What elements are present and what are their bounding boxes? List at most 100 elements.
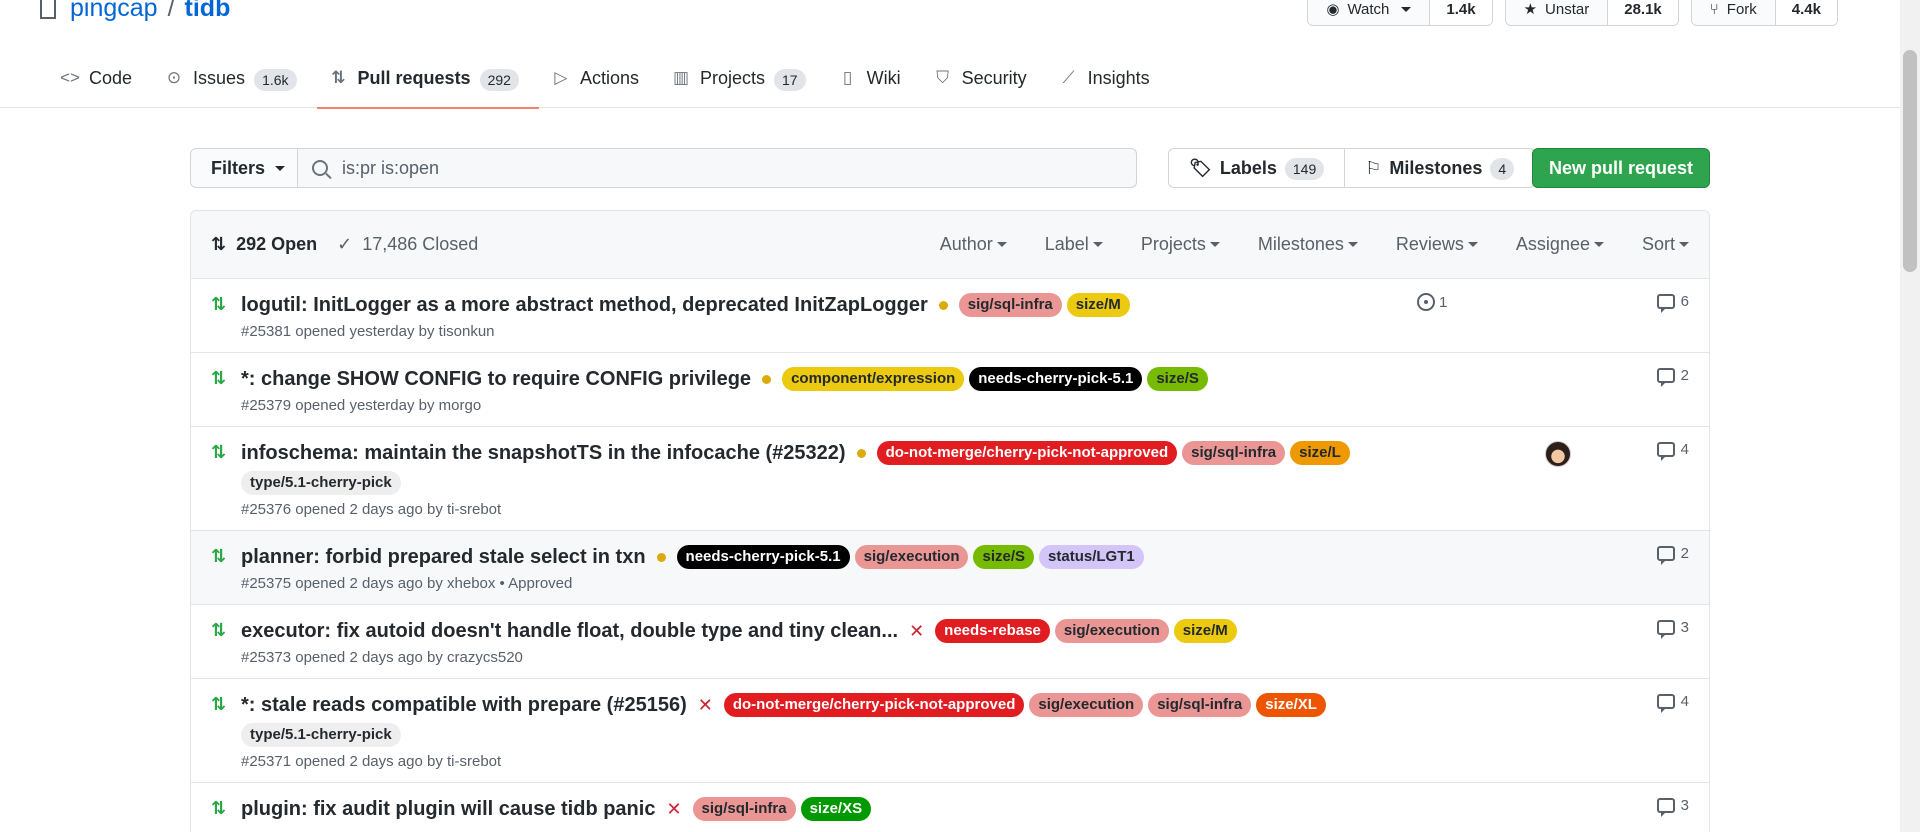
pr-row[interactable]: ⇅ logutil: InitLogger as a more abstract …	[191, 279, 1709, 353]
comments-link[interactable]: 3	[1656, 619, 1689, 639]
linked-issues[interactable]: 1	[1417, 293, 1447, 311]
status-failed-icon[interactable]: ✕	[666, 799, 681, 820]
tab-code[interactable]: <> Code	[48, 60, 152, 108]
tab-pull-requests[interactable]: ⇅ Pull requests 292	[316, 60, 540, 109]
search-value: is:pr is:open	[342, 157, 440, 178]
fork-button-group: ⑂ Fork 4.4k	[1690, 0, 1838, 26]
status-failed-icon[interactable]: ✕	[698, 695, 713, 716]
repo-separator: /	[167, 0, 175, 22]
pr-title-link[interactable]: logutil: InitLogger as a more abstract m…	[241, 294, 928, 317]
label-badge[interactable]: sig/sql-infra	[1182, 441, 1286, 465]
label-badge[interactable]: type/5.1-cherry-pick	[241, 471, 401, 495]
comments-link[interactable]: 2	[1656, 367, 1689, 387]
tab-insights[interactable]: ⟋ Insights	[1047, 60, 1170, 108]
pr-meta: #25381 opened yesterday by tisonkun	[241, 323, 495, 340]
comment-icon	[1656, 546, 1675, 565]
label-badge[interactable]: needs-cherry-pick-5.1	[676, 545, 850, 569]
reviews-select[interactable]: Reviews	[1396, 234, 1478, 255]
milestones-count: 4	[1490, 157, 1515, 180]
label-badge[interactable]: sig/execution	[854, 545, 969, 569]
pr-row[interactable]: ⇅ plugin: fix audit plugin will cause tid…	[191, 783, 1709, 832]
watch-button[interactable]: ◉ Watch	[1308, 0, 1431, 25]
status-pending-icon[interactable]	[938, 300, 948, 310]
projects-select[interactable]: Projects	[1141, 234, 1220, 255]
pr-row[interactable]: ⇅ *: change SHOW CONFIG to require CONFIG…	[191, 353, 1709, 427]
tab-wiki[interactable]: ▯ Wiki	[826, 60, 921, 108]
milestones-button[interactable]: ⚐ Milestones 4	[1344, 149, 1534, 187]
label-badge[interactable]: do-not-merge/cherry-pick-not-approved	[876, 441, 1178, 465]
label-badge[interactable]: size/S	[973, 545, 1035, 569]
pr-title-link[interactable]: *: change SHOW CONFIG to require CONFIG …	[241, 368, 751, 391]
milestones-select[interactable]: Milestones	[1258, 234, 1358, 255]
comments-link[interactable]: 2	[1656, 545, 1689, 565]
unstar-count[interactable]: 28.1k	[1608, 0, 1678, 25]
assignee-select[interactable]: Assignee	[1516, 234, 1604, 255]
pr-row[interactable]: ⇅ *: stale reads compatible with prepare …	[191, 679, 1709, 783]
label-badge[interactable]: sig/sql-infra	[958, 293, 1062, 317]
label-badge[interactable]: status/LGT1	[1039, 545, 1144, 569]
eye-icon: ◉	[1326, 1, 1340, 18]
scrollbar[interactable]	[1900, 0, 1920, 832]
sort-select[interactable]: Sort	[1642, 234, 1689, 255]
unstar-button[interactable]: ★ Unstar	[1505, 0, 1609, 25]
status-failed-icon[interactable]: ✕	[909, 621, 924, 642]
labels-milestones-group: 🏷 Labels 149 ⚐ Milestones 4	[1168, 148, 1536, 188]
tab-actions[interactable]: ▷ Actions	[539, 60, 659, 108]
watch-count[interactable]: 1.4k	[1430, 0, 1492, 25]
comment-icon	[1656, 294, 1675, 313]
label-badge[interactable]: size/S	[1147, 367, 1208, 391]
closed-filter[interactable]: ✓ 17,486 Closed	[337, 234, 478, 255]
label-badge[interactable]: do-not-merge/cherry-pick-not-approved	[723, 693, 1025, 717]
tab-issues[interactable]: ⊙ Issues 1.6k	[152, 60, 317, 108]
comments-link[interactable]: 3	[1656, 797, 1689, 817]
label-badge[interactable]: sig/execution	[1054, 619, 1169, 643]
select-label: Sort	[1641, 234, 1675, 254]
filters-button[interactable]: Filters	[190, 148, 298, 188]
comments-link[interactable]: 6	[1656, 293, 1689, 313]
comments-link[interactable]: 4	[1656, 441, 1689, 461]
avatar[interactable]	[1545, 441, 1571, 467]
comment-icon	[1656, 620, 1675, 639]
status-pending-icon[interactable]	[762, 374, 772, 384]
fork-count[interactable]: 4.4k	[1775, 0, 1837, 25]
closed-count: 17,486 Closed	[362, 234, 479, 254]
tab-security[interactable]: ⛉ Security	[921, 60, 1047, 108]
comments-link[interactable]: 4	[1656, 693, 1689, 713]
label-badge[interactable]: sig/sql-infra	[1148, 693, 1252, 717]
fork-button[interactable]: ⑂ Fork	[1691, 0, 1776, 25]
labels-button[interactable]: 🏷 Labels 149	[1169, 149, 1344, 187]
pr-row[interactable]: ⇅ infoschema: maintain the snapshotTS in …	[191, 427, 1709, 531]
repo-owner-link[interactable]: pingcap	[70, 0, 158, 23]
pr-title-link[interactable]: planner: forbid prepared stale select in…	[241, 546, 646, 569]
pr-title-link[interactable]: *: stale reads compatible with prepare (…	[241, 694, 687, 717]
label-badge[interactable]: sig/sql-infra	[692, 797, 796, 821]
pr-row[interactable]: ⇅ executor: fix autoid doesn't handle flo…	[191, 605, 1709, 679]
pr-title-link[interactable]: executor: fix autoid doesn't handle floa…	[241, 620, 898, 643]
label-badge[interactable]: size/XS	[800, 797, 872, 821]
tab-label: Wiki	[866, 68, 901, 88]
label-badge[interactable]: sig/execution	[1029, 693, 1144, 717]
scrollbar-thumb[interactable]	[1903, 50, 1917, 272]
status-pending-icon[interactable]	[656, 552, 666, 562]
repo-name-link[interactable]: tidb	[185, 0, 231, 23]
label-badge[interactable]: needs-cherry-pick-5.1	[969, 367, 1143, 391]
actions-icon: ▷	[554, 68, 568, 87]
label-badge[interactable]: size/XL	[1256, 693, 1326, 717]
open-filter[interactable]: ⇅ 292 Open	[211, 234, 317, 255]
watch-button-group: ◉ Watch 1.4k	[1307, 0, 1493, 26]
label-select[interactable]: Label	[1045, 234, 1103, 255]
pr-title-link[interactable]: infoschema: maintain the snapshotTS in t…	[241, 442, 846, 465]
label-badge[interactable]: needs-rebase	[935, 619, 1050, 643]
pr-title-link[interactable]: plugin: fix audit plugin will cause tidb…	[241, 798, 655, 821]
label-badge[interactable]: size/M	[1066, 293, 1130, 317]
tab-projects[interactable]: ▥ Projects 17	[659, 60, 826, 108]
label-badge[interactable]: type/5.1-cherry-pick	[241, 723, 401, 747]
search-input[interactable]: is:pr is:open	[298, 148, 1137, 188]
label-badge[interactable]: size/L	[1290, 441, 1350, 465]
label-badge[interactable]: component/expression	[782, 367, 965, 391]
pr-row[interactable]: ⇅ planner: forbid prepared stale select i…	[191, 531, 1709, 605]
label-badge[interactable]: size/M	[1173, 619, 1237, 643]
new-pull-request-button[interactable]: New pull request	[1532, 148, 1710, 188]
author-select[interactable]: Author	[940, 234, 1007, 255]
status-pending-icon[interactable]	[856, 448, 866, 458]
